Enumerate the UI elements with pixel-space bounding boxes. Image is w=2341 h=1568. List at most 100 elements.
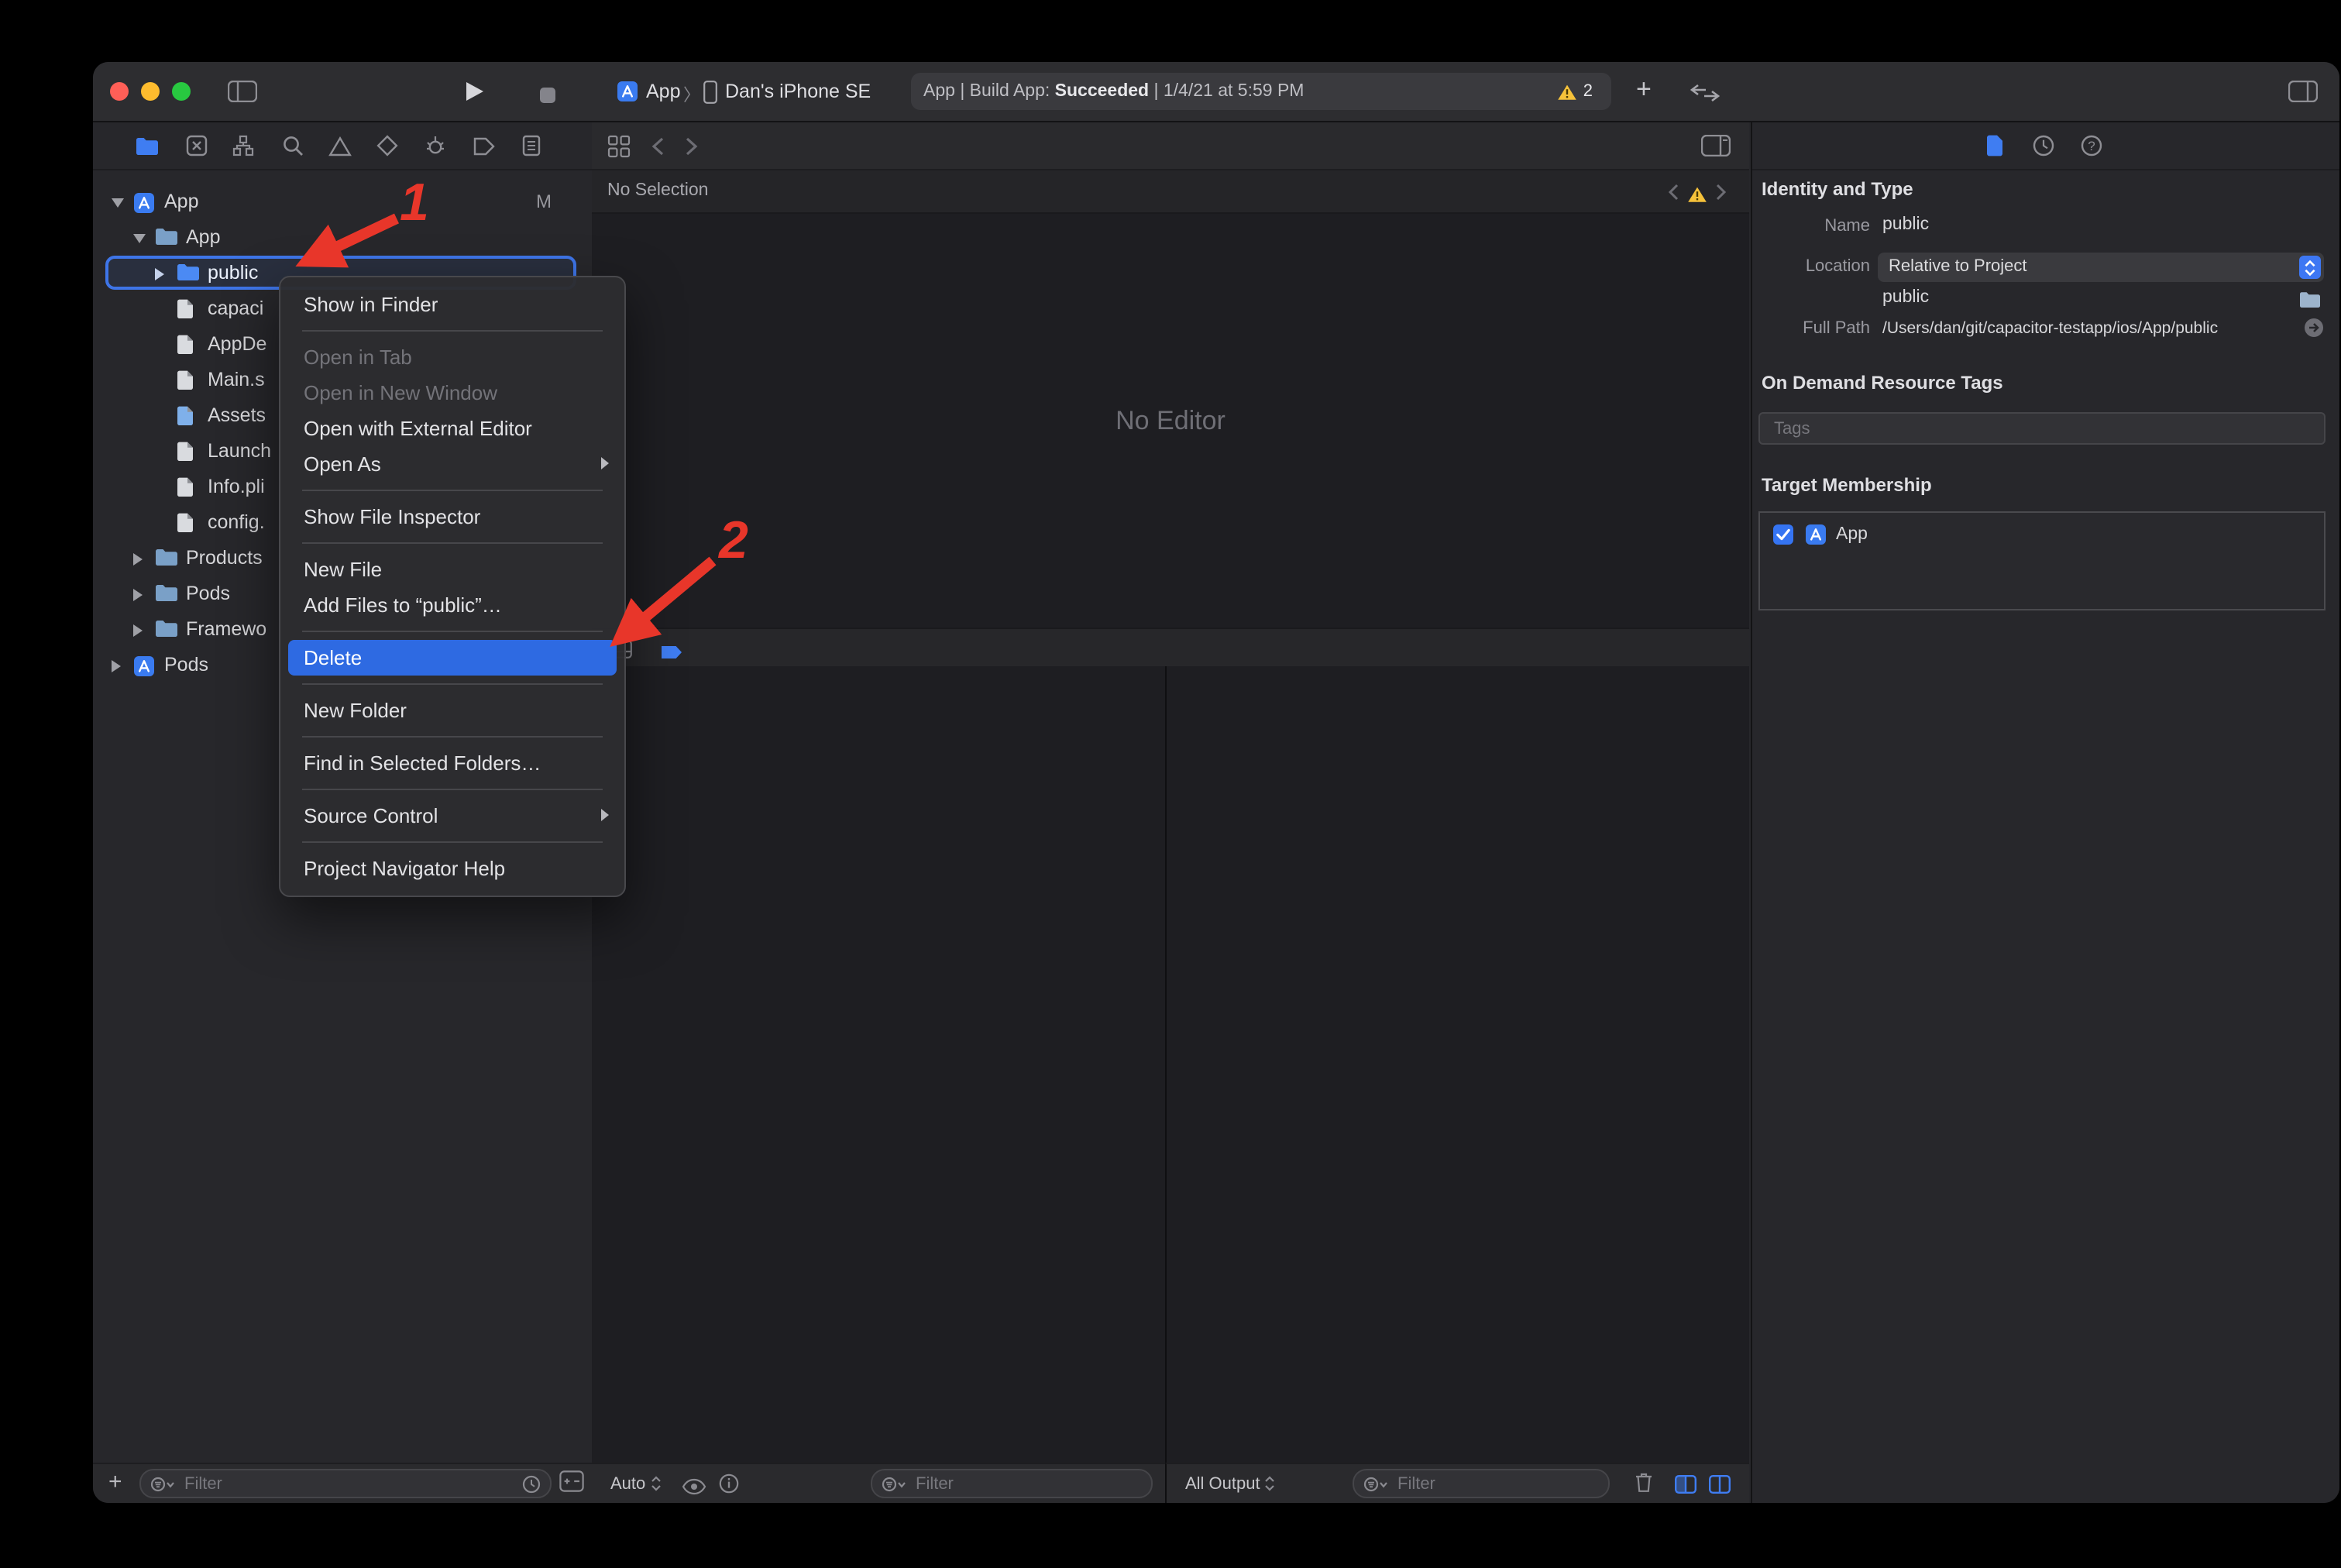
scheme-app-icon[interactable] bbox=[617, 81, 638, 110]
folder-icon bbox=[155, 584, 178, 607]
activity-view[interactable]: App | Build App: Succeeded | 1/4/21 at 5… bbox=[911, 73, 1611, 110]
info-icon[interactable] bbox=[719, 1473, 739, 1501]
breakpoint-flag-icon[interactable] bbox=[660, 640, 683, 668]
location-value: Relative to Project bbox=[1889, 253, 2027, 282]
menu-item-delete[interactable]: Delete bbox=[288, 640, 617, 676]
jump-bar-text: No Selection bbox=[607, 170, 708, 212]
navigator-bottom-bar: + bbox=[93, 1463, 592, 1503]
find-navigator-icon[interactable] bbox=[279, 133, 307, 158]
editor-options-icon[interactable] bbox=[1701, 135, 1731, 164]
disclosure-closed-icon[interactable] bbox=[133, 589, 143, 601]
tree-item-label: App bbox=[186, 226, 221, 248]
project-icon bbox=[133, 655, 155, 682]
navigator-filter-input[interactable] bbox=[181, 1473, 516, 1494]
menu-item-find-in-selected-folders[interactable]: Find in Selected Folders… bbox=[280, 745, 624, 781]
odr-section-header: On Demand Resource Tags bbox=[1762, 372, 2003, 394]
variables-filter-field[interactable] bbox=[871, 1469, 1153, 1498]
go-back-icon[interactable] bbox=[651, 136, 665, 164]
menu-separator bbox=[302, 542, 603, 544]
disclosure-closed-icon[interactable] bbox=[133, 553, 143, 566]
console-scope-popup[interactable]: All Output bbox=[1185, 1464, 1276, 1503]
open-path-arrow-icon[interactable] bbox=[2304, 318, 2324, 346]
location-label: Location bbox=[1762, 257, 1870, 276]
scheme-name[interactable]: App bbox=[646, 81, 681, 102]
menu-item-label: Show File Inspector bbox=[304, 505, 480, 528]
file-inspector-icon[interactable] bbox=[1986, 135, 2003, 164]
stop-button[interactable] bbox=[539, 84, 556, 112]
no-editor-placeholder: No Editor bbox=[592, 214, 1749, 628]
menu-item-project-navigator-help[interactable]: Project Navigator Help bbox=[280, 851, 624, 886]
tree-row-app[interactable]: AppM bbox=[93, 184, 592, 220]
add-item-plus-icon[interactable]: + bbox=[108, 1469, 122, 1495]
console-filter-input[interactable] bbox=[1394, 1473, 1599, 1494]
location-dropdown[interactable]: Relative to Project bbox=[1878, 253, 2324, 282]
menu-item-open-with-external-editor[interactable]: Open with External Editor bbox=[280, 411, 624, 446]
previous-issue-icon[interactable] bbox=[1667, 181, 1679, 209]
hide-console-pane-icon[interactable] bbox=[1709, 1473, 1731, 1501]
tags-field[interactable] bbox=[1758, 412, 2326, 445]
disclosure-open-icon[interactable] bbox=[112, 198, 124, 208]
navigator-filter-field[interactable] bbox=[139, 1469, 552, 1498]
menu-item-show-file-inspector[interactable]: Show File Inspector bbox=[280, 499, 624, 535]
menu-item-new-folder[interactable]: New Folder bbox=[280, 693, 624, 728]
source-control-status-badge: M bbox=[536, 191, 552, 212]
source-control-navigator-icon[interactable] bbox=[183, 133, 211, 158]
minimize-window-button[interactable] bbox=[141, 82, 160, 101]
tags-input[interactable] bbox=[1771, 418, 2313, 439]
disclosure-closed-icon[interactable] bbox=[133, 624, 143, 637]
plusminus-box-icon[interactable] bbox=[559, 1470, 584, 1500]
variables-scope-popup[interactable]: Auto bbox=[610, 1464, 661, 1503]
breakpoint-navigator-icon[interactable] bbox=[469, 133, 497, 158]
issue-navigator-icon[interactable] bbox=[325, 133, 353, 158]
menu-item-add-files-to-public[interactable]: Add Files to “public”… bbox=[280, 587, 624, 623]
menu-item-label: Find in Selected Folders… bbox=[304, 751, 541, 775]
warning-badge[interactable]: 2 bbox=[1557, 73, 1593, 110]
close-window-button[interactable] bbox=[110, 82, 129, 101]
report-navigator-icon[interactable] bbox=[517, 133, 545, 158]
run-button[interactable] bbox=[465, 81, 485, 110]
file-icon bbox=[177, 477, 194, 502]
toggle-inspectors-icon[interactable] bbox=[2288, 81, 2318, 110]
console-view[interactable] bbox=[1165, 666, 1749, 1464]
target-row[interactable]: App bbox=[1760, 521, 2324, 552]
tree-item-label: public bbox=[208, 262, 258, 284]
test-navigator-icon[interactable] bbox=[373, 133, 401, 158]
menu-item-show-in-finder[interactable]: Show in Finder bbox=[280, 287, 624, 322]
issue-warning-icon[interactable] bbox=[1687, 183, 1707, 211]
window-toolbar: App 〉 Dan's iPhone SE App | Build App: S… bbox=[93, 62, 2339, 122]
quick-help-inspector-icon[interactable]: ? bbox=[2081, 135, 2102, 164]
related-items-icon[interactable] bbox=[607, 135, 631, 166]
menu-item-source-control[interactable]: Source Control bbox=[280, 798, 624, 834]
choose-folder-icon[interactable] bbox=[2299, 288, 2321, 316]
tree-row-app[interactable]: App bbox=[93, 220, 592, 256]
hide-variables-pane-icon[interactable] bbox=[1675, 1473, 1696, 1501]
console-filter-field[interactable] bbox=[1353, 1469, 1610, 1498]
code-review-icon[interactable] bbox=[1689, 82, 1721, 110]
symbol-navigator-icon[interactable] bbox=[229, 133, 257, 158]
jump-bar[interactable]: No Selection bbox=[592, 170, 1749, 214]
project-navigator-icon[interactable] bbox=[133, 133, 161, 158]
debug-navigator-icon[interactable] bbox=[421, 133, 449, 158]
disclosure-closed-icon[interactable] bbox=[155, 268, 164, 280]
device-name[interactable]: Dan's iPhone SE bbox=[725, 81, 871, 102]
go-forward-icon[interactable] bbox=[685, 136, 699, 164]
eye-icon[interactable] bbox=[682, 1475, 706, 1503]
next-issue-icon[interactable] bbox=[1715, 181, 1727, 209]
name-value[interactable]: public bbox=[1882, 215, 1929, 234]
trash-icon[interactable] bbox=[1635, 1472, 1653, 1501]
device-icon[interactable] bbox=[703, 81, 717, 112]
menu-separator bbox=[302, 841, 603, 843]
target-checkbox-checked[interactable] bbox=[1772, 524, 1794, 553]
history-inspector-icon[interactable] bbox=[2033, 135, 2054, 164]
recent-files-clock-icon[interactable] bbox=[522, 1474, 541, 1493]
toggle-navigator-icon[interactable] bbox=[228, 81, 257, 110]
zoom-window-button[interactable] bbox=[172, 82, 191, 101]
disclosure-open-icon[interactable] bbox=[133, 234, 146, 243]
variables-view[interactable] bbox=[592, 666, 1165, 1464]
library-plus-icon[interactable]: + bbox=[1636, 74, 1652, 105]
variables-filter-input[interactable] bbox=[913, 1473, 1142, 1494]
disclosure-closed-icon[interactable] bbox=[112, 660, 121, 672]
menu-item-open-as[interactable]: Open As bbox=[280, 446, 624, 482]
menu-item-new-file[interactable]: New File bbox=[280, 552, 624, 587]
tree-item-label: Info.pli bbox=[208, 476, 265, 497]
